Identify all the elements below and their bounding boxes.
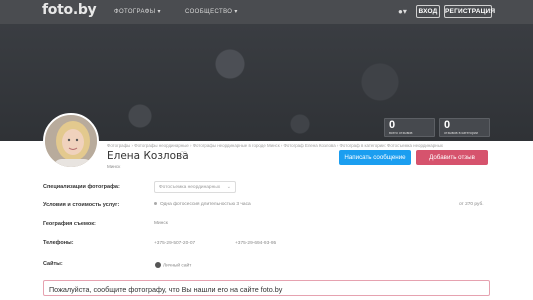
specialization-value: Фотосъемка неординарных [159, 185, 221, 190]
services-value: Одна фотосессия длительностью 3 часа [154, 202, 251, 207]
send-message-button[interactable]: Написать сообщение [339, 150, 411, 165]
specialization-label: Специализации фотографа: [43, 184, 120, 190]
sites-label: Сайты: [43, 261, 63, 267]
login-button[interactable]: ВХОД [416, 5, 440, 18]
avatar [43, 113, 99, 169]
geography-label: География съемок: [43, 221, 96, 227]
geography-value: Минск [154, 221, 168, 226]
stat-total-reviews: 0 всего отзывов [384, 118, 435, 137]
photographer-city: Минск [107, 164, 121, 169]
stat-value: 0 [444, 119, 451, 131]
photographer-name: Елена Козлова [107, 150, 189, 162]
chevron-down-icon: ⌄ [226, 184, 231, 190]
stat-category-reviews: 0 отзывов в категории [439, 118, 490, 137]
top-navbar: foto.by ФОТОГРАФЫ ▾ СООБЩЕСТВО ▾ ●▾ ВХОД… [0, 0, 533, 24]
add-review-button[interactable]: Добавить отзыв [416, 150, 488, 165]
services-text: Одна фотосессия длительностью 3 часа [160, 202, 251, 207]
phone-1[interactable]: +375-29-507-20-07 [154, 241, 195, 246]
phone-2[interactable]: +375-29-694-93-95 [235, 241, 276, 246]
stat-value: 0 [389, 119, 396, 131]
specialization-select[interactable]: Фотосъемка неординарных ⌄ [154, 181, 236, 193]
services-price: от 270 руб. [459, 202, 484, 207]
notice-banner: Пожалуйста, сообщите фотографу, что Вы н… [43, 280, 490, 296]
nav-photographers[interactable]: ФОТОГРАФЫ ▾ [114, 8, 161, 15]
language-selector[interactable]: ●▾ [398, 7, 407, 16]
stat-label: отзывов в категории [444, 131, 478, 135]
nav-community[interactable]: СООБЩЕСТВО ▾ [185, 8, 238, 15]
register-button[interactable]: РЕГИСТРАЦИЯ [444, 5, 495, 18]
heart-icon[interactable]: ♡ [180, 150, 187, 159]
breadcrumb[interactable]: Фотографы › Фотографы неординарные › Фот… [107, 143, 443, 148]
site-logo[interactable]: foto.by [42, 2, 97, 18]
services-label: Условия и стоимость услуг: [43, 202, 120, 208]
globe-icon [155, 262, 161, 268]
site-text: Личный сайт [163, 263, 192, 269]
bullet-icon [154, 202, 157, 206]
avatar-photo [45, 115, 97, 167]
phones-label: Телефоны: [43, 240, 74, 246]
stat-label: всего отзывов [389, 131, 413, 135]
personal-site-link[interactable]: Личный сайт [155, 262, 191, 268]
